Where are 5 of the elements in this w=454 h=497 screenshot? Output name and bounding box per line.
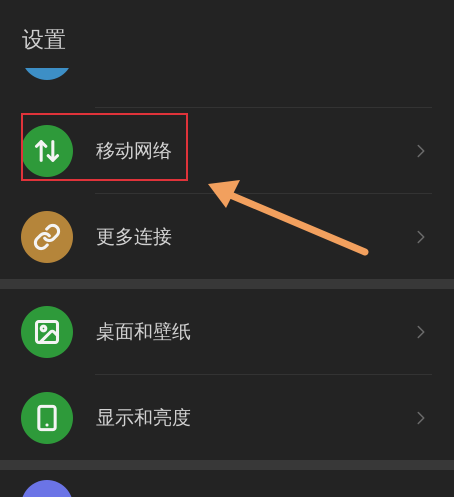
page-title: 设置 xyxy=(21,27,67,52)
settings-item[interactable]: 桌面和壁纸 xyxy=(0,289,454,374)
settings-item[interactable]: 更多连接 xyxy=(0,194,454,279)
settings-item[interactable]: 移动网络 xyxy=(0,108,454,193)
settings-item[interactable]: 显示和亮度 xyxy=(0,375,454,460)
